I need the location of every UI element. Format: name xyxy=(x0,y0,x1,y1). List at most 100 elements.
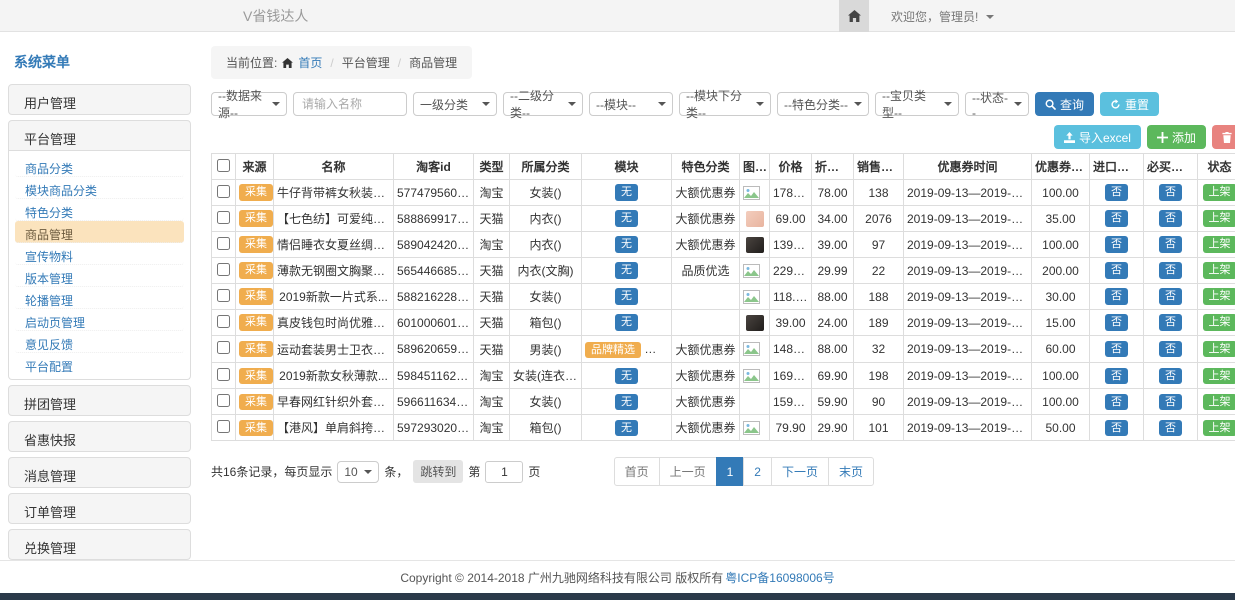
row-checkbox[interactable] xyxy=(217,237,230,250)
status-toggle[interactable]: 上架 xyxy=(1203,368,1235,384)
breadcrumb-item: 商品管理 xyxy=(409,54,457,71)
import-select-toggle[interactable]: 否 xyxy=(1105,368,1128,384)
status-toggle[interactable]: 上架 xyxy=(1203,341,1235,357)
breadcrumb-home-link[interactable]: 首页 xyxy=(298,54,322,71)
status-toggle[interactable]: 上架 xyxy=(1203,314,1235,330)
filter-select-4[interactable]: --模块下分类-- xyxy=(679,92,771,116)
import-excel-button[interactable]: 导入excel xyxy=(1054,125,1141,149)
module-badge[interactable]: 品牌精选 xyxy=(585,342,641,358)
sidebar-item-1-5[interactable]: 版本管理 xyxy=(15,265,184,287)
jump-to-button[interactable]: 跳转到 xyxy=(413,460,463,483)
import-select-toggle[interactable]: 否 xyxy=(1105,341,1128,357)
product-type: 淘宝 xyxy=(474,415,510,441)
filter-select-2[interactable]: --二级分类-- xyxy=(503,92,583,116)
must-buy-toggle[interactable]: 否 xyxy=(1159,236,1182,252)
module-badge[interactable]: 无 xyxy=(615,420,638,436)
sidebar-item-1-6[interactable]: 轮播管理 xyxy=(15,287,184,309)
status-toggle[interactable]: 上架 xyxy=(1203,184,1235,200)
sidebar-item-1-7[interactable]: 启动页管理 xyxy=(15,309,184,331)
reset-button[interactable]: 重置 xyxy=(1100,92,1159,116)
pager-button-5[interactable]: 末页 xyxy=(828,457,874,486)
module-badge[interactable]: 无 xyxy=(615,262,638,278)
sidebar-section-5[interactable]: 订单管理 xyxy=(8,493,191,524)
query-button[interactable]: 查询 xyxy=(1035,92,1094,116)
filter-select-6[interactable]: --宝贝类型-- xyxy=(875,92,959,116)
chevron-down-icon xyxy=(756,102,764,106)
must-buy-toggle[interactable]: 否 xyxy=(1159,368,1182,384)
pager-button-0[interactable]: 首页 xyxy=(614,457,660,486)
sidebar-section-3[interactable]: 省惠快报 xyxy=(8,421,191,452)
filter-select-1[interactable]: 一级分类 xyxy=(413,92,497,116)
status-toggle[interactable]: 上架 xyxy=(1203,420,1235,436)
sidebar-section-2[interactable]: 拼团管理 xyxy=(8,385,191,416)
filter-select-0[interactable]: --数据来源-- xyxy=(211,92,287,116)
name-search-input[interactable] xyxy=(293,92,407,116)
module-badge[interactable]: 无 xyxy=(615,394,638,410)
filter-select-7[interactable]: --状态-- xyxy=(965,92,1029,116)
filter-select-5[interactable]: --特色分类-- xyxy=(777,92,869,116)
sidebar-section-4[interactable]: 消息管理 xyxy=(8,457,191,488)
status-toggle[interactable]: 上架 xyxy=(1203,236,1235,252)
must-buy-toggle[interactable]: 否 xyxy=(1159,394,1182,410)
row-checkbox[interactable] xyxy=(217,211,230,224)
sidebar-item-1-4[interactable]: 宣传物料 xyxy=(15,243,184,265)
batch-delete-button[interactable]: 批量删除 xyxy=(1212,125,1235,149)
module-badge[interactable]: 无 xyxy=(615,236,638,252)
must-buy-toggle[interactable]: 否 xyxy=(1159,420,1182,436)
sidebar-section-1[interactable]: 平台管理 xyxy=(8,120,191,151)
row-checkbox[interactable] xyxy=(217,368,230,381)
module-badge[interactable]: 无 xyxy=(615,288,638,304)
status-toggle[interactable]: 上架 xyxy=(1203,288,1235,304)
sidebar-section-0[interactable]: 用户管理 xyxy=(8,84,191,115)
import-select-toggle[interactable]: 否 xyxy=(1105,420,1128,436)
pager-button-1[interactable]: 上一页 xyxy=(659,457,717,486)
must-buy-toggle[interactable]: 否 xyxy=(1159,314,1182,330)
sidebar-item-1-2[interactable]: 特色分类 xyxy=(15,199,184,221)
must-buy-toggle[interactable]: 否 xyxy=(1159,262,1182,278)
module-badge[interactable]: 无 xyxy=(615,314,638,330)
select-all-checkbox[interactable] xyxy=(217,159,230,172)
must-buy-toggle[interactable]: 否 xyxy=(1159,288,1182,304)
feature-category xyxy=(672,284,740,310)
module-badge[interactable]: 无 xyxy=(615,184,638,200)
home-button[interactable] xyxy=(839,0,869,32)
import-select-toggle[interactable]: 否 xyxy=(1105,314,1128,330)
row-checkbox[interactable] xyxy=(217,420,230,433)
module-badge[interactable]: 无 xyxy=(615,368,638,384)
row-checkbox[interactable] xyxy=(217,263,230,276)
import-select-toggle[interactable]: 否 xyxy=(1105,288,1128,304)
pager-button-4[interactable]: 下一页 xyxy=(771,457,829,486)
per-page-select[interactable]: 10 xyxy=(337,461,379,483)
sidebar-item-1-8[interactable]: 意见反馈 xyxy=(15,331,184,353)
user-menu[interactable]: 欢迎您，管理员! xyxy=(891,8,1221,25)
taoke-id: 598451162391 xyxy=(394,363,474,389)
status-toggle[interactable]: 上架 xyxy=(1203,262,1235,278)
status-toggle[interactable]: 上架 xyxy=(1203,210,1235,226)
filter-select-3[interactable]: --模块-- xyxy=(589,92,673,116)
sidebar-item-1-1[interactable]: 模块商品分类 xyxy=(15,177,184,199)
must-buy-toggle[interactable]: 否 xyxy=(1159,341,1182,357)
import-select-toggle[interactable]: 否 xyxy=(1105,236,1128,252)
status-toggle[interactable]: 上架 xyxy=(1203,394,1235,410)
sidebar-section-6[interactable]: 兑换管理 xyxy=(8,529,191,560)
must-buy-toggle[interactable]: 否 xyxy=(1159,184,1182,200)
must-buy-toggle[interactable]: 否 xyxy=(1159,210,1182,226)
row-checkbox[interactable] xyxy=(217,315,230,328)
add-button[interactable]: 添加 xyxy=(1147,125,1206,149)
sidebar-item-1-3[interactable]: 商品管理 xyxy=(15,221,184,243)
import-select-toggle[interactable]: 否 xyxy=(1105,184,1128,200)
import-select-toggle[interactable]: 否 xyxy=(1105,210,1128,226)
page-number-input[interactable] xyxy=(485,461,523,483)
row-checkbox[interactable] xyxy=(217,341,230,354)
row-checkbox[interactable] xyxy=(217,289,230,302)
pager-button-2[interactable]: 1 xyxy=(716,457,745,486)
module-badge[interactable]: 无 xyxy=(615,210,638,226)
pager-button-3[interactable]: 2 xyxy=(743,457,772,486)
sidebar-item-1-9[interactable]: 平台配置 xyxy=(15,353,184,375)
row-checkbox[interactable] xyxy=(217,394,230,407)
sidebar-item-1-0[interactable]: 商品分类 xyxy=(15,155,184,177)
import-select-toggle[interactable]: 否 xyxy=(1105,262,1128,278)
icp-link[interactable]: 粤ICP备16098006号 xyxy=(725,569,834,586)
row-checkbox[interactable] xyxy=(217,185,230,198)
import-select-toggle[interactable]: 否 xyxy=(1105,394,1128,410)
